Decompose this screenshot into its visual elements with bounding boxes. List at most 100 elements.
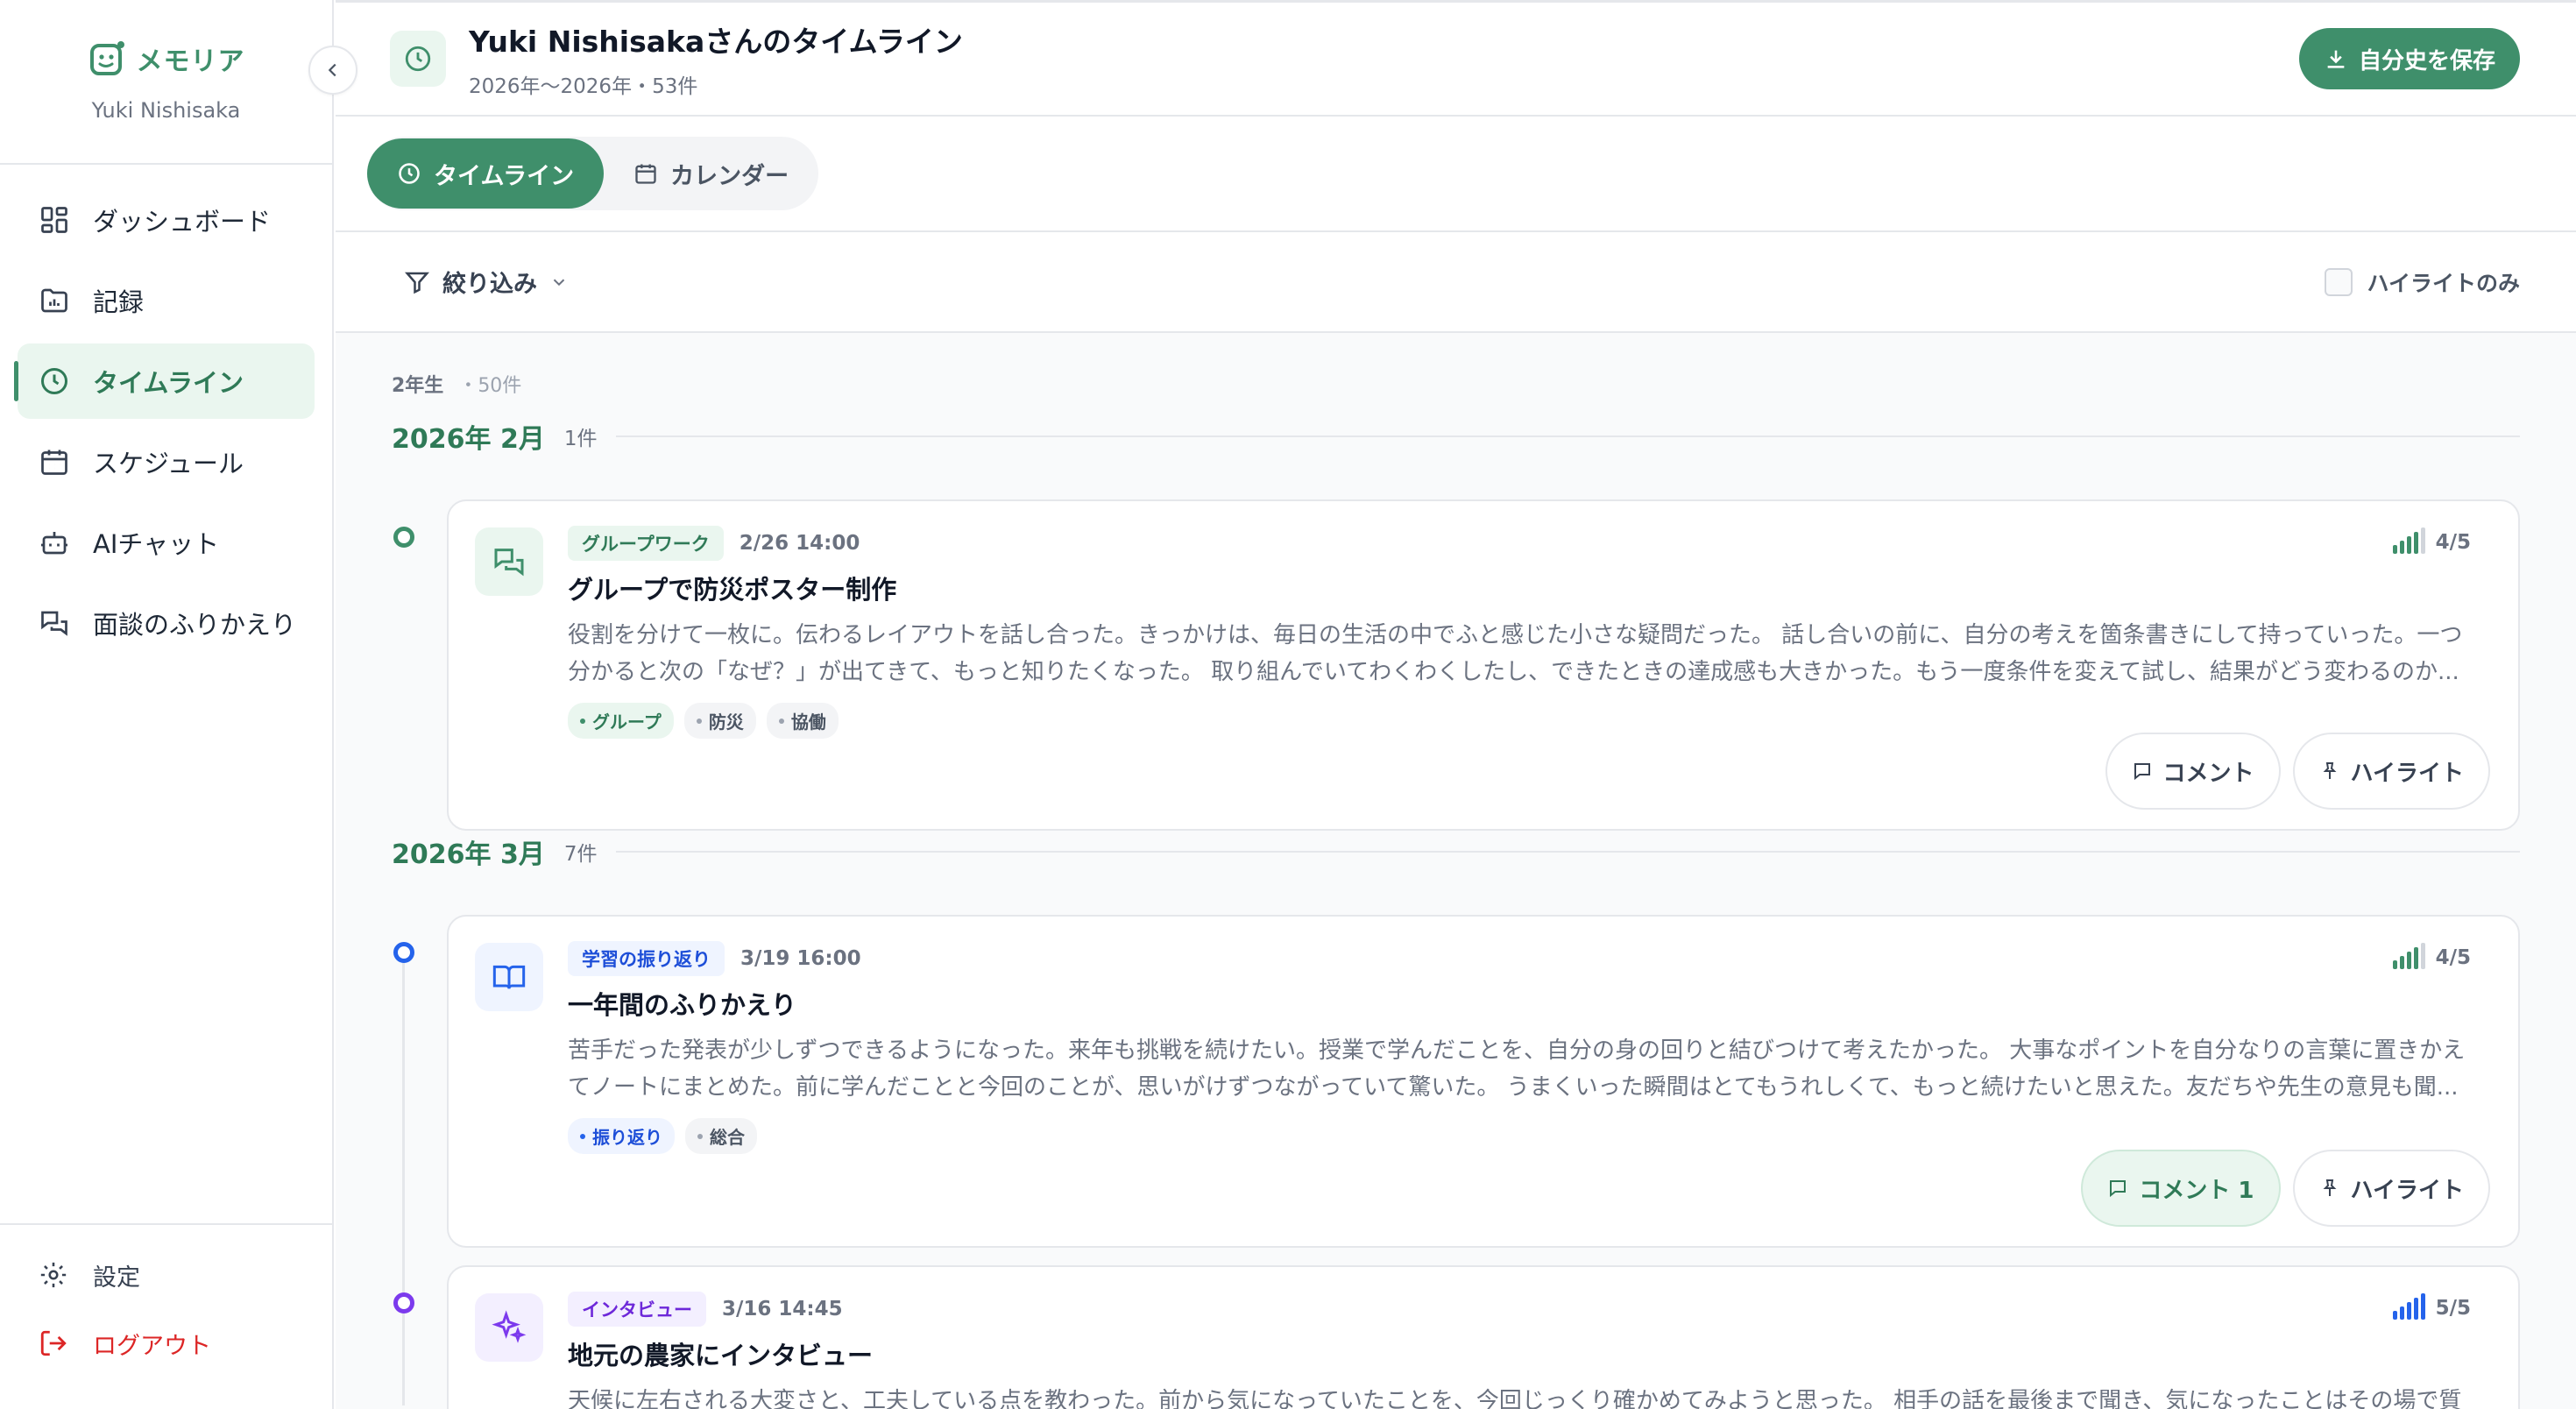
view-tabs: タイムライン カレンダー xyxy=(336,117,2576,232)
sidebar-item-records[interactable]: 記録 xyxy=(18,263,315,338)
highlight-only-label: ハイライトのみ xyxy=(2367,270,2520,296)
timeline-dot xyxy=(393,942,414,963)
card-title: 一年間のふりかえり xyxy=(568,990,797,1020)
highlight-button[interactable]: ハイライト xyxy=(2292,733,2490,810)
tag[interactable]: 協働 xyxy=(766,703,839,739)
sidebar-item-label: ダッシュボード xyxy=(93,207,272,237)
card-meta: グループワーク 2/26 14:00 xyxy=(568,526,2474,561)
category-badge: インタビュー xyxy=(568,1292,706,1327)
page-subtitle: 2026年〜2026年・53件 xyxy=(469,75,698,98)
sidebar-item-schedule[interactable]: スケジュール xyxy=(18,424,315,499)
main-content: Yuki Nishisakaさんのタイムライン 2026年〜2026年・53件 … xyxy=(336,0,2576,1409)
brand-user-name: Yuki Nishisaka xyxy=(91,98,241,123)
save-history-label: 自分史を保存 xyxy=(2358,47,2495,74)
card-meta: インタビュー 3/16 14:45 xyxy=(568,1292,2474,1327)
sidebar: メモリア Yuki Nishisaka ダッシュボード 記録 タイムライン スケ… xyxy=(0,0,334,1409)
tab-label: タイムライン xyxy=(434,162,575,190)
month-count: 7件 xyxy=(563,843,598,866)
month-divider xyxy=(616,435,2520,437)
card-actions: コメント 1 ハイライト xyxy=(2081,1150,2490,1227)
logout-label: ログアウト xyxy=(93,1332,211,1360)
chevron-left-icon xyxy=(328,63,336,77)
timeline-card[interactable]: 学習の振り返り 3/19 16:00 一年間のふりかえり 苦手だった発表が少しず… xyxy=(447,915,2520,1248)
rating-bar xyxy=(2420,943,2425,969)
page-title-icon xyxy=(390,31,446,87)
rating-bar xyxy=(2420,1293,2425,1320)
tag-label: グループ xyxy=(592,712,662,733)
tag[interactable]: グループ xyxy=(568,703,674,739)
card-body: インタビュー 3/16 14:45 地元の農家にインタビュー 天候に左右される大… xyxy=(568,1292,2474,1409)
dashboard-icon xyxy=(41,207,67,233)
card-title: 地元の農家にインタビュー xyxy=(568,1341,874,1370)
tag[interactable]: 振り返り xyxy=(568,1118,675,1154)
tab-timeline[interactable]: タイムライン xyxy=(367,138,605,209)
download-icon xyxy=(2327,50,2345,68)
brand: メモリア Yuki Nishisaka xyxy=(0,0,332,165)
tab-calendar[interactable]: カレンダー xyxy=(604,138,818,209)
card-category-icon xyxy=(475,1293,543,1362)
pin-icon xyxy=(2323,762,2336,779)
bot-icon xyxy=(41,532,67,555)
settings-label: 設定 xyxy=(93,1264,140,1292)
card-time: 2/26 14:00 xyxy=(739,532,860,555)
card-text: 苦手だった発表が少しずつできるようになった。来年も挑戦を続けたい。授業で学んだこ… xyxy=(568,1037,2466,1101)
comment-icon xyxy=(2110,1180,2127,1198)
timeline-card[interactable]: インタビュー 3/16 14:45 地元の農家にインタビュー 天候に左右される大… xyxy=(447,1265,2520,1409)
filter-dropdown[interactable]: 絞り込み xyxy=(404,265,2325,299)
highlight-only-checkbox[interactable] xyxy=(2325,267,2353,296)
calendar-icon xyxy=(635,164,656,184)
tag[interactable]: 防災 xyxy=(683,703,756,739)
logout-icon xyxy=(40,1330,67,1356)
highlight-label: ハイライト xyxy=(2350,760,2464,787)
rating-value: 4/5 xyxy=(2435,946,2471,969)
rating-bar xyxy=(2413,532,2418,554)
logout-link[interactable]: ログアウト xyxy=(18,1309,315,1377)
rating-bar xyxy=(2406,1302,2411,1320)
book-open-icon xyxy=(492,965,526,989)
sidebar-nav: ダッシュボード 記録 タイムライン スケジュール AIチャット 面談のふりかえり xyxy=(0,165,332,661)
settings-link[interactable]: 設定 xyxy=(18,1241,315,1309)
card-time: 3/19 16:00 xyxy=(740,947,861,970)
timeline-card[interactable]: グループワーク 2/26 14:00 グループで防災ポスター制作 役割を分けて一… xyxy=(447,499,2520,831)
month-title: 2026年 2月 xyxy=(392,424,545,455)
highlight-button[interactable]: ハイライト xyxy=(2292,1150,2490,1227)
filter-bar: 絞り込み ハイライトのみ xyxy=(336,232,2576,333)
highlight-only-toggle[interactable]: ハイライトのみ xyxy=(2325,266,2520,298)
month-header: 2026年 3月 7件 xyxy=(392,832,2520,871)
month-header: 2026年 2月 1件 xyxy=(392,417,2520,456)
month-count: 1件 xyxy=(563,428,598,450)
timeline-line xyxy=(402,946,405,1405)
sidebar-item-label: スケジュール xyxy=(93,449,244,478)
rating-bars xyxy=(2392,527,2425,554)
grade-count: ・50件 xyxy=(458,375,522,397)
clock-icon xyxy=(41,368,67,394)
tab-label: カレンダー xyxy=(670,162,789,190)
brand-name: メモリア xyxy=(136,46,245,77)
save-history-button[interactable]: 自分史を保存 xyxy=(2298,28,2520,89)
folder-chart-icon xyxy=(41,288,67,313)
card-tags: 振り返り 総合 xyxy=(568,1118,2474,1154)
rating-value: 5/5 xyxy=(2435,1297,2471,1320)
sidebar-collapse-button[interactable] xyxy=(308,46,357,95)
timeline-dot xyxy=(393,1292,414,1313)
comment-button[interactable]: コメント 1 xyxy=(2081,1150,2281,1227)
brand-logo[interactable]: メモリア xyxy=(88,39,245,79)
sidebar-item-dashboard[interactable]: ダッシュボード xyxy=(18,182,315,258)
chat-bubbles-icon xyxy=(41,611,67,636)
rating-bar xyxy=(2399,956,2404,969)
grade-label: 2年生 xyxy=(392,375,444,397)
tag-label: 総合 xyxy=(710,1127,745,1148)
card-time: 3/16 14:45 xyxy=(722,1298,843,1320)
month-divider xyxy=(616,851,2520,853)
card-title: グループで防災ポスター制作 xyxy=(568,575,897,605)
tag[interactable]: 総合 xyxy=(685,1118,757,1154)
sidebar-item-timeline[interactable]: タイムライン xyxy=(14,343,315,419)
memoria-logo-icon xyxy=(89,41,124,75)
rating: 5/5 xyxy=(2392,1293,2471,1320)
tag-label: 防災 xyxy=(708,712,744,733)
page-title-block: Yuki Nishisakaさんのタイムライン 2026年〜2026年・53件 xyxy=(469,18,2299,99)
sidebar-item-ai-chat[interactable]: AIチャット xyxy=(18,505,315,580)
card-text: 天候に左右される大変さと、工夫している点を教わった。前から気になっていたことを、… xyxy=(568,1388,2462,1409)
sidebar-item-interview-review[interactable]: 面談のふりかえり xyxy=(18,585,315,661)
comment-button[interactable]: コメント xyxy=(2105,733,2281,810)
